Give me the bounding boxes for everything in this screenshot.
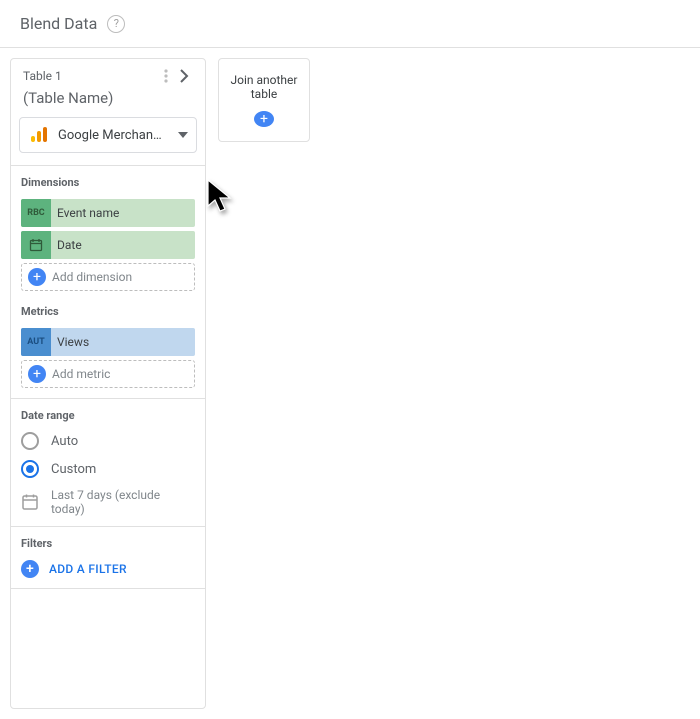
add-filter-button[interactable]: + ADD A FILTER — [21, 560, 195, 578]
filters-heading: Filters — [21, 537, 195, 550]
radio-label: Custom — [51, 462, 96, 477]
date-range-section: Date range Auto Custom Last 7 days (excl… — [11, 398, 205, 526]
join-label: Join another table — [227, 73, 301, 101]
workspace: Table 1 (Table Name) Google Merchan… Dim… — [0, 48, 700, 719]
date-range-text: Last 7 days (exclude today) — [51, 488, 195, 516]
table-header: Table 1 — [11, 59, 205, 89]
chevron-right-icon[interactable] — [175, 67, 193, 85]
radio-label: Auto — [51, 434, 78, 449]
page-title: Blend Data — [20, 14, 97, 33]
table-title: Table 1 — [23, 69, 157, 83]
date-range-custom-radio[interactable]: Custom — [21, 460, 195, 478]
table-panel: Table 1 (Table Name) Google Merchan… Dim… — [10, 58, 206, 709]
filters-section: Filters + ADD A FILTER — [11, 526, 205, 588]
auto-type-icon: AUT — [21, 328, 51, 356]
panel-spacer — [11, 588, 205, 708]
table-name-input[interactable]: (Table Name) — [11, 89, 205, 117]
add-dimension-label: Add dimension — [52, 270, 132, 284]
date-type-icon — [21, 231, 51, 259]
metric-field[interactable]: AUT Views — [21, 328, 195, 356]
data-source-label: Google Merchan… — [58, 128, 170, 143]
radio-checked-icon — [21, 460, 39, 478]
analytics-icon — [28, 124, 50, 146]
text-type-icon: RBC — [21, 199, 51, 227]
dimension-label: Event name — [51, 206, 119, 220]
plus-icon: + — [21, 560, 39, 578]
date-range-value[interactable]: Last 7 days (exclude today) — [21, 488, 195, 516]
metrics-section: Metrics AUT Views + Add metric — [11, 301, 205, 398]
join-another-table-button[interactable]: Join another table + — [218, 58, 310, 142]
dimensions-heading: Dimensions — [21, 176, 195, 189]
metrics-heading: Metrics — [21, 305, 195, 318]
add-metric-button[interactable]: + Add metric — [21, 360, 195, 388]
dimension-field[interactable]: RBC Event name — [21, 199, 195, 227]
metric-label: Views — [51, 335, 89, 349]
date-range-auto-radio[interactable]: Auto — [21, 432, 195, 450]
dimension-label: Date — [51, 238, 82, 252]
radio-icon — [21, 432, 39, 450]
plus-icon: + — [28, 268, 46, 286]
page-header: Blend Data ? — [0, 0, 700, 48]
cursor-icon — [206, 178, 238, 218]
data-source-selector[interactable]: Google Merchan… — [19, 117, 197, 153]
kebab-icon[interactable] — [157, 67, 175, 85]
dimensions-section: Dimensions RBC Event name Date + Add dim… — [11, 165, 205, 301]
add-dimension-button[interactable]: + Add dimension — [21, 263, 195, 291]
plus-icon: + — [28, 365, 46, 383]
calendar-icon — [21, 493, 39, 511]
date-range-heading: Date range — [21, 409, 195, 422]
add-filter-label: ADD A FILTER — [49, 562, 127, 576]
add-metric-label: Add metric — [52, 367, 110, 381]
dimension-field[interactable]: Date — [21, 231, 195, 259]
plus-icon: + — [254, 111, 274, 127]
help-icon[interactable]: ? — [107, 15, 125, 33]
caret-down-icon — [178, 132, 188, 138]
